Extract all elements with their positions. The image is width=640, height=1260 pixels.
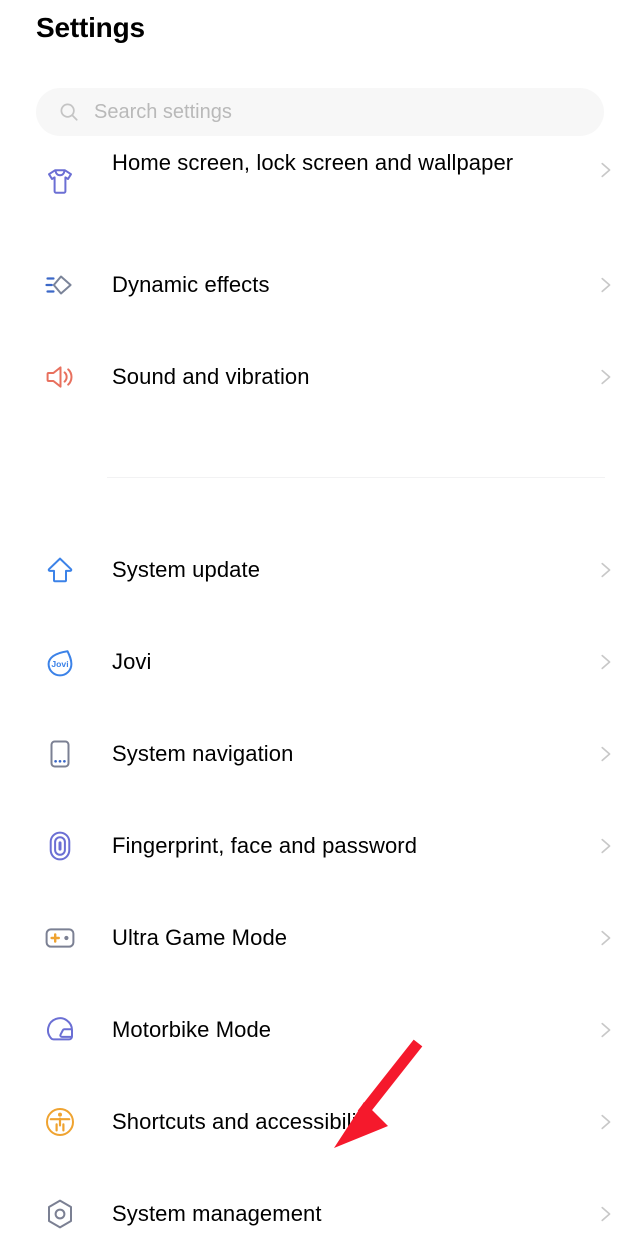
phone-navigation-icon [36,730,84,778]
list-item-label: System management [112,1201,322,1227]
list-item-system-management[interactable]: System management [0,1168,640,1260]
list-item-system-update[interactable]: System update [0,524,640,616]
list-item-label: Sound and vibration [112,364,310,390]
chevron-right-icon [601,930,611,946]
list-item-fingerprint-face-and-password[interactable]: Fingerprint, face and password [0,800,640,892]
list-item-label: Fingerprint, face and password [112,833,418,859]
personalization-group: Home screen, lock screen and wallpaper D… [0,143,640,423]
list-item-label: Home screen, lock screen and wallpaper [112,150,514,175]
list-item-label: Jovi [112,649,152,675]
chevron-right-icon [601,838,611,854]
chevron-right-icon [601,562,611,578]
chevron-right-icon [601,277,611,293]
page-title: Settings [36,12,145,43]
chevron-right-icon [601,1022,611,1038]
search-input[interactable]: Search settings [36,88,604,136]
list-item-label: Dynamic effects [112,272,270,298]
group-spacer [0,423,640,477]
list-item-shortcuts-and-accessibility[interactable]: Shortcuts and accessibility [0,1076,640,1168]
fingerprint-icon [36,822,84,870]
list-item-label: Motorbike Mode [112,1017,272,1043]
chevron-right-icon [601,1206,611,1222]
dynamic-effects-icon [36,261,84,309]
speaker-icon [36,353,84,401]
chevron-right-icon [601,162,611,178]
svg-text:Jovi: Jovi [51,659,68,669]
gamepad-icon [36,914,84,962]
list-item-home-screen-lock-screen-and-wallpaper[interactable]: Home screen, lock screen and wallpaper [0,143,640,239]
tshirt-icon [36,157,84,205]
list-item-label: Shortcuts and accessibility [112,1109,374,1135]
settings-list: Home screen, lock screen and wallpaper D… [0,143,640,1260]
helmet-icon [36,1006,84,1054]
group-spacer [0,478,640,524]
accessibility-icon [36,1098,84,1146]
list-item-label: Ultra Game Mode [112,925,288,951]
hex-nut-icon [36,1190,84,1238]
search-icon [60,103,78,121]
list-item-system-navigation[interactable]: System navigation [0,708,640,800]
chevron-right-icon [601,654,611,670]
list-item-motorbike-mode[interactable]: Motorbike Mode [0,984,640,1076]
list-item-ultra-game-mode[interactable]: Ultra Game Mode [0,892,640,984]
system-group: System update Jovi Jovi System navigatio… [0,524,640,1260]
jovi-icon: Jovi [36,638,84,686]
list-item-label: System update [112,557,261,583]
chevron-right-icon [601,746,611,762]
arrow-up-icon [36,546,84,594]
chevron-right-icon [601,369,611,385]
list-item-dynamic-effects[interactable]: Dynamic effects [0,239,640,331]
chevron-right-icon [601,1114,611,1130]
search-placeholder: Search settings [94,100,232,123]
list-item-sound-and-vibration[interactable]: Sound and vibration [0,331,640,423]
list-item-label: System navigation [112,741,294,767]
list-item-jovi[interactable]: Jovi Jovi [0,616,640,708]
